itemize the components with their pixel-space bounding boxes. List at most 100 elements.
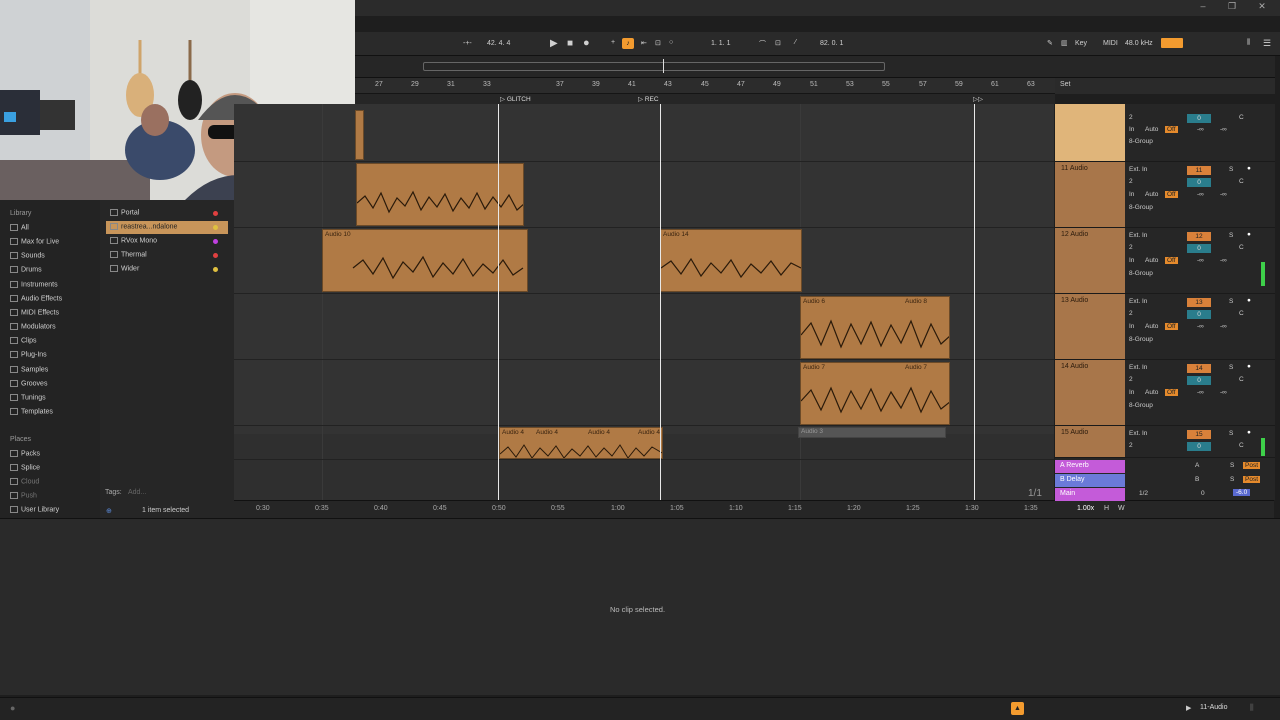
solo-button[interactable]: S [1229, 232, 1233, 239]
detail-view[interactable]: No clip selected. [0, 518, 1280, 695]
pan-knob[interactable]: C [1239, 244, 1244, 251]
sidebar-item-clips[interactable]: Clips [10, 337, 37, 344]
menu-icon[interactable]: ☰ [1263, 38, 1271, 49]
monitor-off[interactable]: Off [1165, 257, 1178, 264]
send-a[interactable]: -∞ [1197, 389, 1204, 396]
post-button[interactable]: Post [1243, 476, 1261, 483]
curve-icon[interactable]: ⁄ [795, 39, 796, 46]
monitor-in[interactable]: In [1129, 126, 1134, 133]
send-b[interactable]: -∞ [1220, 389, 1227, 396]
set-button[interactable]: Set [1060, 81, 1071, 88]
sidebar-item-audio-effects[interactable]: Audio Effects [10, 295, 62, 302]
monitor-auto[interactable]: Auto [1145, 191, 1158, 198]
monitor-off[interactable]: Off [1165, 126, 1178, 133]
track-header[interactable]: 2 In Auto Off 8-Group 0 C -∞ -∞ [1055, 104, 1275, 162]
track-activator[interactable]: 15 [1187, 430, 1211, 439]
track-name[interactable]: 14 Audio [1055, 360, 1125, 425]
return-track-a[interactable]: A Reverb [1055, 460, 1125, 473]
volume-field[interactable]: 0 [1187, 244, 1211, 253]
time-ruler[interactable]: 0:30 0:35 0:40 0:45 0:50 0:55 1:00 1:05 … [234, 500, 1274, 518]
sidebar-item-tunings[interactable]: Tunings [10, 394, 46, 401]
loop-icon[interactable]: ⊡ [655, 39, 661, 47]
metronome-icon[interactable]: ○ [669, 39, 673, 46]
monitor-in[interactable]: In [1129, 323, 1134, 330]
triangle-icon[interactable]: ▲ [1011, 702, 1024, 715]
sidebar-item-max-for-live[interactable]: Max for Live [10, 238, 59, 245]
monitor-off[interactable]: Off [1165, 191, 1178, 198]
browser-item[interactable]: Portal [106, 207, 228, 220]
send-a[interactable]: -∞ [1197, 191, 1204, 198]
beat-ruler[interactable]: 27 29 31 33 37 39 41 43 45 47 49 51 53 5… [355, 78, 1055, 94]
audio-clip[interactable]: Audio 14 [660, 229, 802, 292]
track-header[interactable]: 15 Audio Ext. In 2 15 0 S ● C [1055, 426, 1275, 458]
track-header[interactable]: 13 Audio Ext. In 2 In Auto Off 8-Group 1… [1055, 294, 1275, 360]
sidebar-item-plug-ins[interactable]: Plug-Ins [10, 351, 47, 358]
w-button[interactable]: W [1118, 505, 1125, 512]
close-icon[interactable]: ✕ [1255, 1, 1269, 12]
sidebar-item-drums[interactable]: Drums [10, 266, 42, 273]
place-push[interactable]: Push [10, 492, 37, 499]
volume-field[interactable]: 0 [1187, 178, 1211, 187]
audio-clip[interactable] [355, 110, 364, 160]
track-header[interactable]: 14 Audio Ext. In 2 In Auto Off 8-Group 1… [1055, 360, 1275, 426]
play-small-icon[interactable]: ▶ [1186, 704, 1191, 712]
volume-field[interactable]: 0 [1187, 442, 1211, 451]
arrangement-overview[interactable] [355, 56, 1275, 78]
arm-icon[interactable]: ● [1247, 231, 1251, 238]
track-activator[interactable]: 14 [1187, 364, 1211, 373]
output-routing[interactable]: 8-Group [1129, 336, 1153, 343]
sidebar-item-samples[interactable]: Samples [10, 366, 48, 373]
solo-button[interactable]: S [1229, 166, 1233, 173]
locator-rec[interactable]: ▷ REC [638, 95, 659, 103]
info-icon[interactable]: ⊕ [106, 507, 112, 515]
monitor-auto[interactable]: Auto [1145, 389, 1158, 396]
pan-knob[interactable]: C [1239, 442, 1244, 449]
sidebar-item-sounds[interactable]: Sounds [10, 252, 45, 259]
browser-item[interactable]: Thermal [106, 249, 228, 262]
browser-item-selected[interactable]: reastrea...ndalone [106, 221, 228, 234]
song-position[interactable]: 1. 1. 1 [711, 40, 730, 47]
main-volume[interactable]: 0 [1201, 490, 1205, 497]
key-map-button[interactable]: Key [1075, 40, 1087, 47]
track-name[interactable]: 15 Audio [1055, 426, 1125, 457]
input-type[interactable]: Ext. In [1129, 364, 1147, 371]
volume-field[interactable]: 0 [1187, 376, 1211, 385]
layout-icon[interactable]: ⫼ [1247, 39, 1250, 47]
main-track[interactable]: Main [1055, 488, 1125, 501]
send-b[interactable]: -∞ [1220, 126, 1227, 133]
status-circle-icon[interactable]: ● [10, 703, 15, 713]
track-name[interactable]: 12 Audio [1055, 228, 1125, 293]
input-channel[interactable]: 2 [1129, 178, 1133, 185]
audio-clip[interactable]: Audio 4 Audio 4 Audio 4 Audio 4 [499, 427, 663, 459]
input-type[interactable]: Ext. In [1129, 166, 1147, 173]
track-activator[interactable]: 13 [1187, 298, 1211, 307]
pencil-icon[interactable]: ✎ [1047, 39, 1053, 47]
track-name[interactable]: 13 Audio [1055, 294, 1125, 359]
solo-button[interactable]: S [1229, 298, 1233, 305]
main-level[interactable]: -6.0 [1233, 489, 1251, 496]
input-type[interactable]: Ext. In [1129, 298, 1147, 305]
post-button[interactable]: Post [1243, 462, 1261, 469]
input-channel[interactable]: 2 [1129, 442, 1133, 449]
sidebar-item-all[interactable]: All [10, 224, 29, 231]
record-icon[interactable]: ● [583, 37, 590, 49]
audio-clip[interactable]: Audio 6 Audio 8 [800, 296, 950, 359]
solo-button[interactable]: S [1230, 476, 1234, 483]
monitor-auto[interactable]: Auto [1145, 257, 1158, 264]
add-icon[interactable]: + [611, 39, 615, 46]
monitor-off[interactable]: Off [1165, 323, 1178, 330]
stop-icon[interactable]: ■ [567, 38, 573, 49]
arm-icon[interactable]: ● [1247, 297, 1251, 304]
midi-map-button[interactable]: MIDI [1103, 40, 1118, 47]
loop-length[interactable]: 82. 0. 1 [820, 40, 843, 47]
send-a[interactable]: -∞ [1197, 323, 1204, 330]
pan-knob[interactable]: C [1239, 376, 1244, 383]
restore-icon[interactable]: ❐ [1225, 1, 1239, 12]
monitor-in[interactable]: In [1129, 191, 1134, 198]
track-header[interactable]: 12 Audio Ext. In 2 In Auto Off 8-Group 1… [1055, 228, 1275, 294]
track-name[interactable]: 11 Audio [1055, 162, 1125, 227]
automation-icon[interactable]: ⌒ [759, 39, 766, 49]
sidebar-item-grooves[interactable]: Grooves [10, 380, 47, 387]
zoom-fraction[interactable]: 1/1 [1028, 488, 1042, 499]
pan-knob[interactable]: C [1239, 178, 1244, 185]
